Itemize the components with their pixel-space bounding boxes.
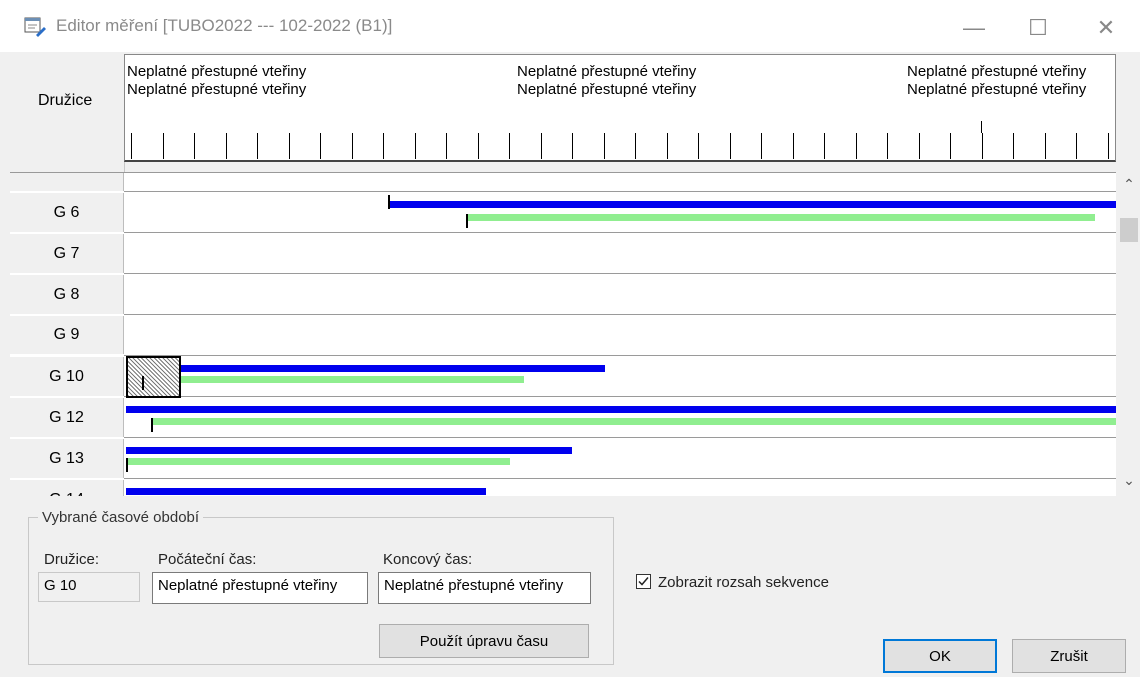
satellite-grid[interactable]: G 6 G 7 G 8 G 9 G 10 G 12 G 13 G 14 bbox=[10, 172, 1116, 496]
timeline-tick bbox=[887, 133, 888, 159]
timeline-tick bbox=[415, 133, 416, 159]
valid-bar-g6[interactable] bbox=[467, 214, 1095, 221]
timeline-tick bbox=[194, 133, 195, 159]
timeline-tick bbox=[352, 133, 353, 159]
row-label-g7[interactable]: G 7 bbox=[10, 234, 124, 273]
valid-bar-g10[interactable] bbox=[126, 376, 524, 383]
timeline-tick bbox=[698, 133, 699, 159]
valid-bar-g12[interactable] bbox=[152, 418, 1116, 425]
timeline-tick bbox=[320, 133, 321, 159]
cancel-button[interactable]: Zrušit bbox=[1012, 639, 1126, 673]
satellites-header-label: Družice bbox=[38, 92, 93, 109]
scroll-thumb[interactable] bbox=[1120, 218, 1138, 242]
valid-bar-g13[interactable] bbox=[126, 458, 510, 465]
timeline-tick bbox=[793, 133, 794, 159]
timeline-tick bbox=[163, 133, 164, 159]
maximize-button[interactable]: ☐ bbox=[1016, 10, 1060, 46]
valid-start-marker-g13 bbox=[126, 458, 128, 472]
timeline-tick bbox=[824, 133, 825, 159]
timeline-tick bbox=[226, 133, 227, 159]
row-label-partial-top bbox=[10, 173, 124, 191]
timeline-tick bbox=[541, 133, 542, 159]
timeline-tick bbox=[478, 133, 479, 159]
satellite-field-label: Družice: bbox=[44, 551, 100, 568]
timeline-tick bbox=[509, 133, 510, 159]
timeline-cursor-tick bbox=[981, 121, 982, 133]
timeline-tick bbox=[289, 133, 290, 159]
minimize-button[interactable]: — bbox=[952, 10, 996, 46]
timeline-tick bbox=[1076, 133, 1077, 159]
row-label-g12[interactable]: G 12 bbox=[10, 398, 124, 437]
timeline-mid-label-2: Neplatné přestupné vteřiny bbox=[517, 81, 697, 98]
scroll-up-icon[interactable]: ⌃ bbox=[1118, 176, 1140, 198]
end-time-field[interactable]: Neplatné přestupné vteřiny bbox=[378, 572, 591, 604]
sequence-bar-g13[interactable] bbox=[126, 447, 572, 454]
row-label-g6[interactable]: G 6 bbox=[10, 193, 124, 232]
sequence-start-marker-g6 bbox=[388, 195, 390, 209]
sequence-bar-g10[interactable] bbox=[126, 365, 605, 372]
row-label-g13[interactable]: G 13 bbox=[10, 439, 124, 478]
timeline-tick bbox=[730, 133, 731, 159]
timeline-tick bbox=[1108, 133, 1109, 159]
show-sequence-range-checkbox[interactable] bbox=[636, 574, 651, 589]
selection-box-g10[interactable] bbox=[126, 356, 181, 398]
timeline-tick bbox=[1013, 133, 1014, 159]
start-time-label: Počáteční čas: bbox=[158, 551, 257, 568]
title-bar: Editor měření [TUBO2022 --- 102-2022 (B1… bbox=[0, 0, 1140, 52]
timeline-tick bbox=[604, 133, 605, 159]
timeline-tick bbox=[572, 133, 573, 159]
timeline-tick bbox=[982, 133, 983, 159]
timeline-tick bbox=[950, 133, 951, 159]
row-label-g9[interactable]: G 9 bbox=[10, 316, 124, 354]
valid-start-marker-g10 bbox=[142, 376, 144, 390]
ok-button[interactable]: OK bbox=[883, 639, 997, 673]
end-time-label: Koncový čas: bbox=[383, 551, 473, 568]
start-time-field[interactable]: Neplatné přestupné vteřiny bbox=[152, 572, 368, 604]
window-title: Editor měření [TUBO2022 --- 102-2022 (B1… bbox=[56, 16, 393, 35]
timeline-start-label: Neplatné přestupné vteřiny bbox=[127, 63, 307, 80]
selected-period-title: Vybrané časové období bbox=[38, 509, 204, 526]
sequence-bar-g12[interactable] bbox=[126, 406, 1116, 413]
timeline-tick bbox=[257, 133, 258, 159]
timeline-tick bbox=[635, 133, 636, 159]
timeline-start-label-2: Neplatné přestupné vteřiny bbox=[127, 81, 307, 98]
timeline-tick bbox=[667, 133, 668, 159]
close-button[interactable]: ✕ bbox=[1084, 10, 1128, 46]
timeline-tick bbox=[383, 133, 384, 159]
timeline-end-label-2: Neplatné přestupné vteřiny bbox=[907, 81, 1087, 98]
row-label-g14[interactable]: G 14 bbox=[10, 480, 124, 496]
sequence-bar-g6[interactable] bbox=[388, 201, 1116, 208]
editor-app-icon bbox=[24, 17, 46, 37]
timeline-ruler[interactable]: Neplatné přestupné vteřiny Neplatné přes… bbox=[124, 54, 1116, 162]
show-sequence-range-label[interactable]: Zobrazit rozsah sekvence bbox=[658, 574, 829, 591]
scroll-down-icon[interactable]: ⌄ bbox=[1118, 472, 1140, 494]
apply-time-button[interactable]: Použít úpravu času bbox=[379, 624, 589, 658]
checkmark-icon bbox=[638, 577, 649, 586]
timeline-tick bbox=[856, 133, 857, 159]
timeline-mid-label: Neplatné přestupné vteřiny bbox=[517, 63, 697, 80]
timeline-tick bbox=[1045, 133, 1046, 159]
satellite-field: G 10 bbox=[38, 572, 140, 602]
satellites-column-header: Družice bbox=[10, 54, 125, 172]
valid-start-marker-g6 bbox=[466, 214, 468, 228]
timeline-tick bbox=[446, 133, 447, 159]
timeline-end-label: Neplatné přestupné vteřiny bbox=[907, 63, 1087, 80]
timeline-tick bbox=[761, 133, 762, 159]
vertical-scrollbar[interactable]: ⌃ ⌄ bbox=[1118, 172, 1140, 495]
timeline-tick bbox=[131, 133, 132, 159]
sequence-bar-g14[interactable] bbox=[126, 488, 486, 495]
row-label-g8[interactable]: G 8 bbox=[10, 275, 124, 314]
timeline-tick bbox=[919, 133, 920, 159]
row-label-g10[interactable]: G 10 bbox=[10, 357, 124, 396]
valid-start-marker-g12 bbox=[151, 418, 153, 432]
